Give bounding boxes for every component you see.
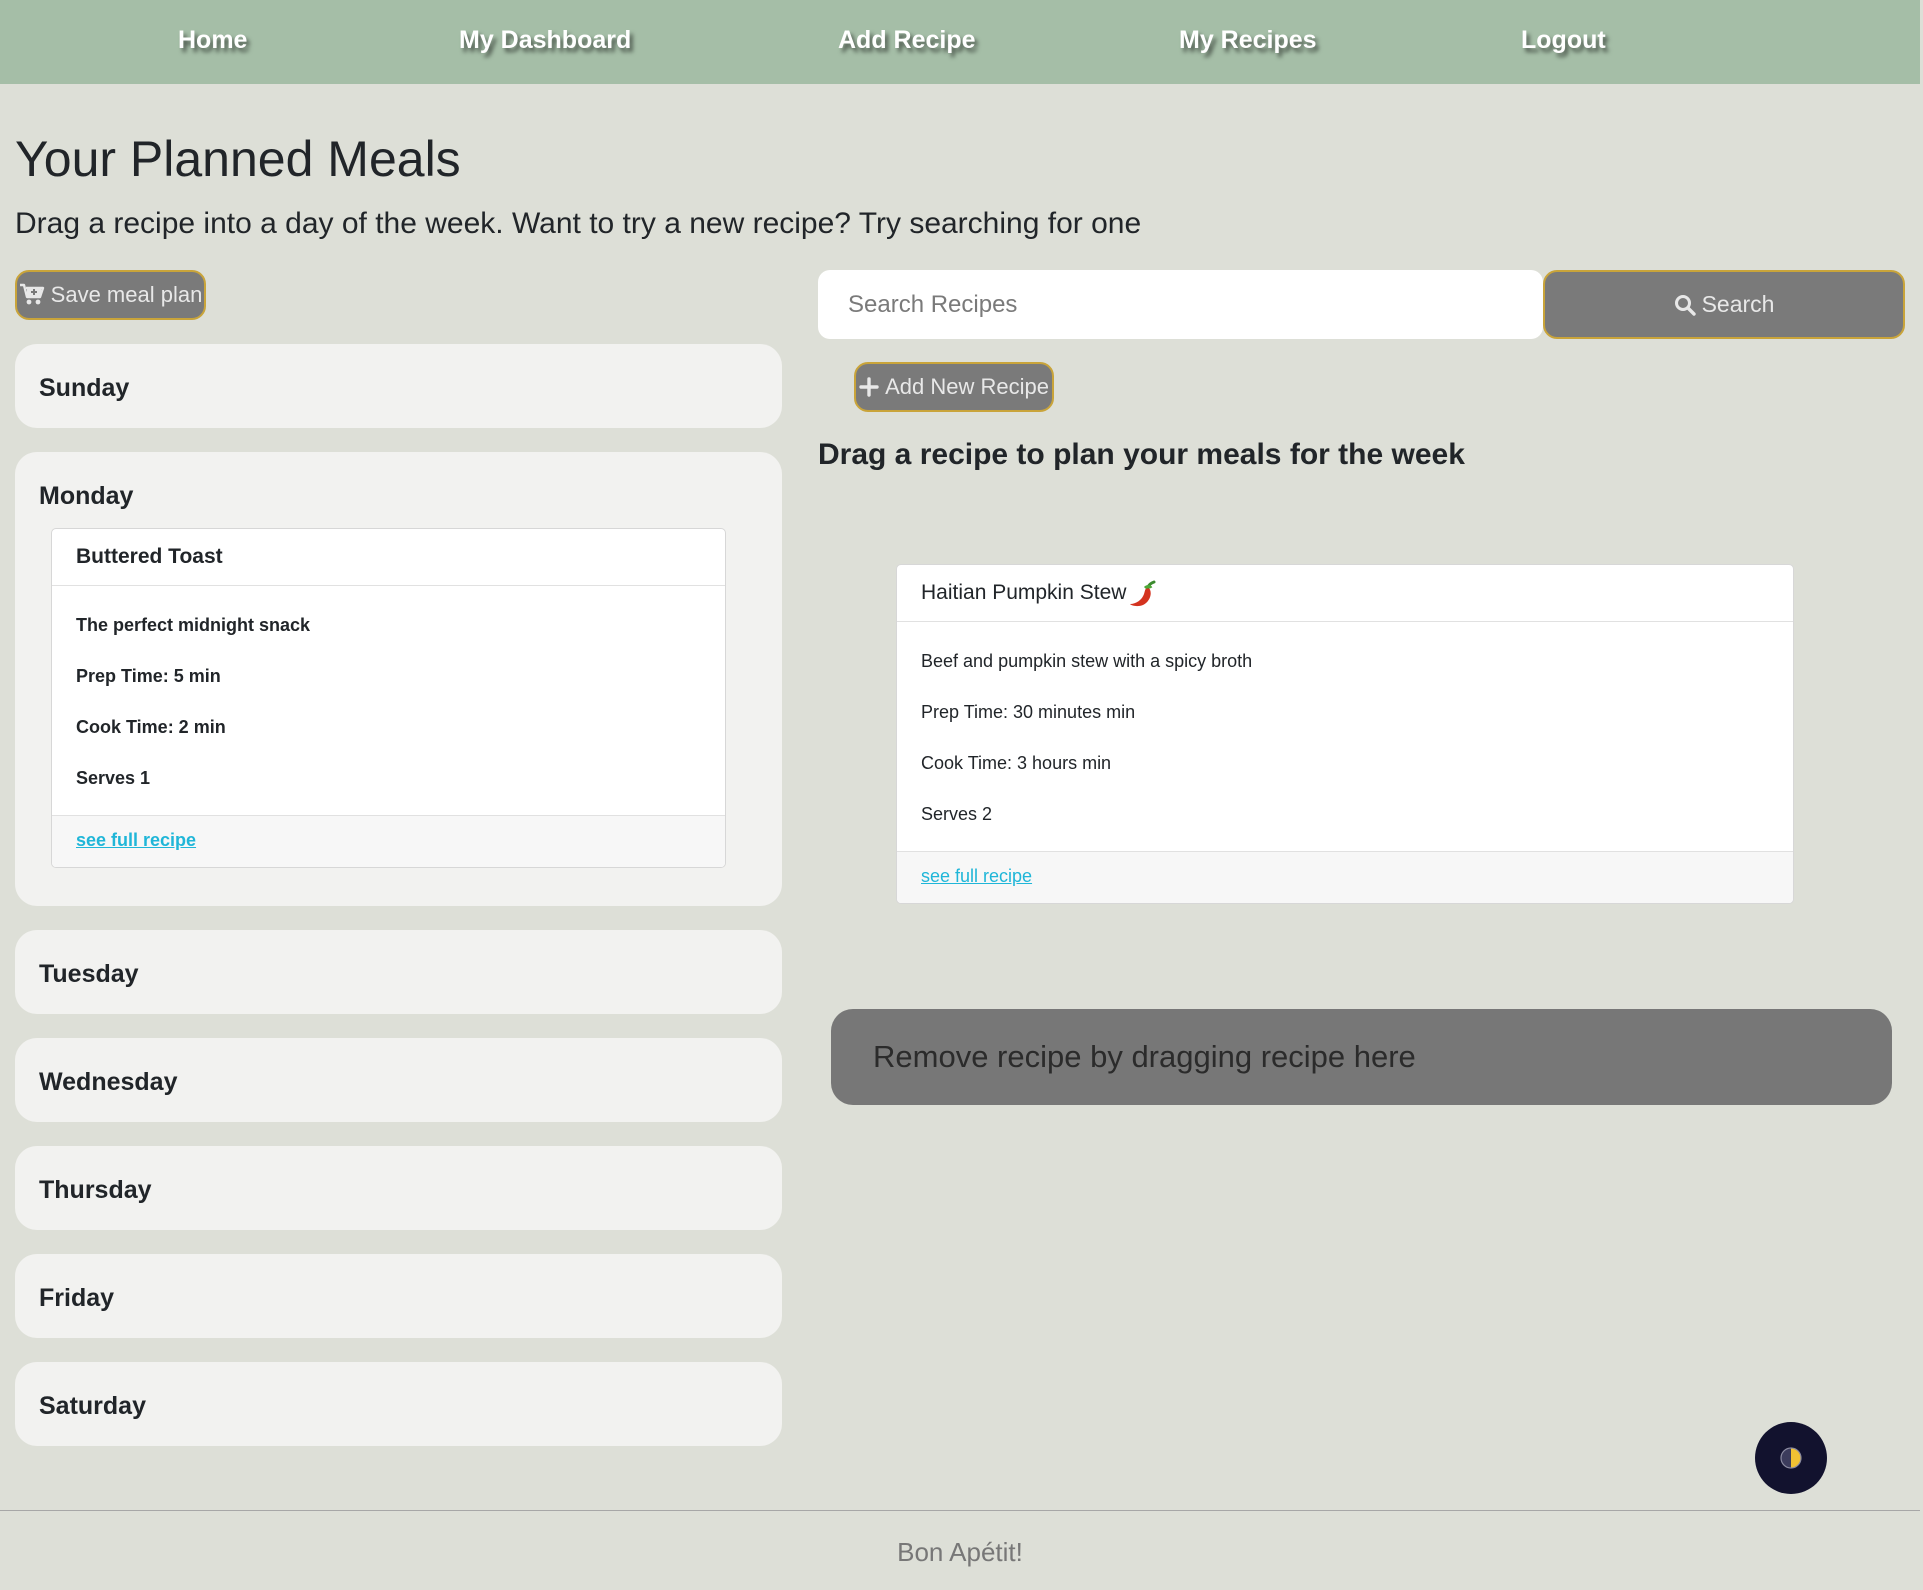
see-full-recipe-link[interactable]: see full recipe [76, 830, 196, 851]
recipe-cook-time: Cook Time: 2 min [76, 717, 226, 737]
theme-toggle-button[interactable] [1755, 1422, 1827, 1494]
search-button[interactable]: Search [1543, 270, 1905, 339]
day-card-wednesday[interactable]: Wednesday [15, 1038, 782, 1122]
day-card-tuesday[interactable]: Tuesday [15, 930, 782, 1014]
save-meal-plan-button[interactable]: Save meal plan [15, 270, 206, 320]
drag-recipe-heading: Drag a recipe to plan your meals for the… [818, 438, 1465, 471]
day-title: Saturday [39, 1392, 146, 1420]
page-subtitle: Drag a recipe into a day of the week. Wa… [15, 207, 1142, 240]
top-navbar: Home My Dashboard Add Recipe My Recipes … [0, 0, 1920, 84]
search-button-label: Search [1701, 291, 1775, 317]
planned-recipe-card[interactable]: Buttered Toast The perfect midnight snac… [51, 528, 726, 868]
remove-recipe-dropzone[interactable]: Remove recipe by dragging recipe here [831, 1009, 1892, 1105]
nav-logout-link[interactable]: Logout [1521, 26, 1606, 62]
recipe-cook-time: Cook Time: 3 hours min [921, 753, 1112, 773]
recipe-prep-time: Prep Time: 5 min [76, 666, 221, 686]
recipe-card-header: Buttered Toast [52, 529, 725, 586]
remove-recipe-label: Remove recipe by dragging recipe here [873, 1039, 1416, 1074]
day-title: Monday [39, 482, 134, 510]
day-card-sunday[interactable]: Sunday [15, 344, 782, 428]
recipe-serves: Serves 2 [921, 804, 993, 824]
recipe-description: Beef and pumpkin stew with a spicy broth [921, 651, 1253, 671]
add-new-recipe-label: Add New Recipe [885, 374, 1049, 399]
recipe-description: The perfect midnight snack [76, 615, 311, 635]
page-title: Your Planned Meals [15, 131, 461, 187]
day-card-monday[interactable]: Monday Buttered Toast The perfect midnig… [15, 452, 782, 906]
day-title: Sunday [39, 374, 130, 402]
page-footer: Bon Apétit! [0, 1510, 1920, 1590]
search-icon [1674, 294, 1696, 316]
available-recipe-card[interactable]: Haitian Pumpkin Stew Beef and pumpkin st… [896, 564, 1794, 904]
recipe-title: Haitian Pumpkin Stew [921, 581, 1127, 604]
day-card-saturday[interactable]: Saturday [15, 1362, 782, 1446]
day-title: Friday [39, 1284, 115, 1312]
see-full-recipe-link[interactable]: see full recipe [921, 866, 1032, 887]
recipe-title: Buttered Toast [76, 545, 223, 568]
day-card-thursday[interactable]: Thursday [15, 1146, 782, 1230]
save-meal-plan-label: Save meal plan [50, 282, 203, 307]
nav-home-link[interactable]: Home [178, 26, 247, 62]
nav-my-recipes-link[interactable]: My Recipes [1179, 26, 1317, 62]
nav-dashboard-link[interactable]: My Dashboard [459, 26, 631, 62]
add-new-recipe-button[interactable]: Add New Recipe [854, 362, 1054, 412]
theme-toggle-icon [1780, 1447, 1802, 1469]
day-card-friday[interactable]: Friday [15, 1254, 782, 1338]
recipe-card-footer: see full recipe [897, 851, 1793, 903]
footer-text: Bon Apétit! [897, 1537, 1023, 1567]
day-title: Wednesday [39, 1068, 178, 1096]
nav-add-recipe-link[interactable]: Add Recipe [838, 26, 976, 62]
search-input[interactable] [818, 270, 1543, 339]
plus-icon [859, 377, 879, 397]
cart-icon [19, 283, 44, 305]
day-title: Thursday [39, 1176, 152, 1204]
recipe-serves: Serves 1 [76, 768, 151, 788]
recipe-card-footer: see full recipe [52, 815, 725, 867]
day-title: Tuesday [39, 960, 139, 988]
recipe-prep-time: Prep Time: 30 minutes min [921, 702, 1136, 722]
recipe-card-header: Haitian Pumpkin Stew [897, 565, 1793, 622]
chili-pepper-icon [1130, 580, 1156, 607]
